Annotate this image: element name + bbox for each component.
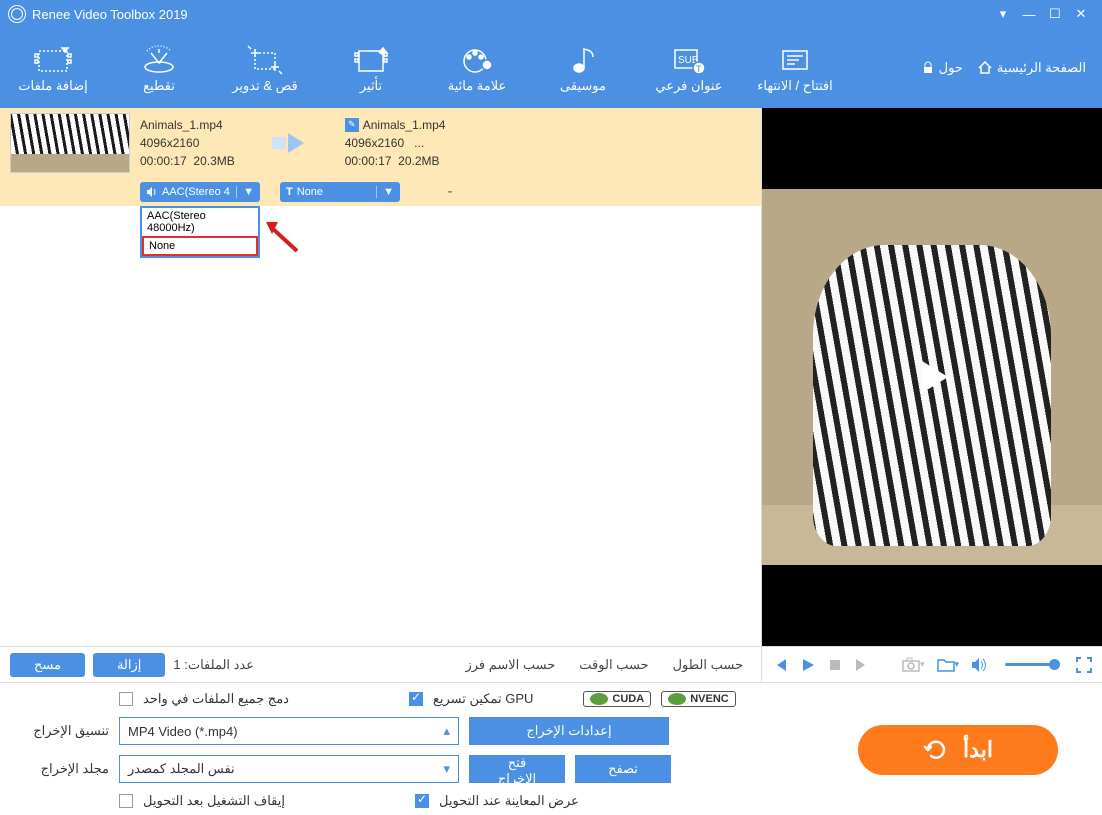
audio-option-none[interactable]: None <box>142 236 258 256</box>
svg-text:T: T <box>696 64 702 74</box>
refresh-icon <box>923 737 949 763</box>
close-icon[interactable]: ✕ <box>1068 1 1094 27</box>
preview-play-button[interactable] <box>907 352 957 402</box>
file-thumbnail <box>10 113 130 173</box>
app-title: Renee Video Toolbox 2019 <box>32 7 188 22</box>
preview-checkbox[interactable] <box>415 794 429 808</box>
arrow-icon <box>245 129 335 157</box>
browse-button[interactable]: تصفح <box>575 755 671 783</box>
media-controls: ▾ ▾ <box>762 646 1102 682</box>
speaker-icon <box>146 186 158 198</box>
home-icon <box>977 60 993 76</box>
file-count-label: عدد الملفات: 1 <box>173 657 254 673</box>
tool-add-files[interactable]: إضافة ملفات <box>0 28 106 108</box>
lock-icon <box>921 61 935 75</box>
main-toolbar: إضافة ملفات تقطيع قص & تدوير تأثير علامة… <box>0 28 1102 108</box>
merge-checkbox[interactable] <box>119 692 133 706</box>
output-folder-label: مجلد الإخراج <box>14 761 109 777</box>
nvenc-badge: NVENC <box>661 691 736 707</box>
edit-icon[interactable]: ✎ <box>345 118 359 132</box>
preview-panel <box>762 108 1102 646</box>
audio-option-aac[interactable]: AAC(Stereo 48000Hz) <box>142 208 258 236</box>
fullscreen-button[interactable] <box>1076 657 1092 673</box>
tool-crop-rotate[interactable]: قص & تدوير <box>212 28 318 108</box>
gpu-label: تمكين تسريع GPU <box>433 691 533 707</box>
output-info: ✎Animals_1.mp4 4096x2160 ... 00:00:17 20… <box>345 116 446 170</box>
maximize-icon[interactable]: ☐ <box>1042 1 1068 27</box>
audio-dropdown-popup: AAC(Stereo 48000Hz) None <box>140 206 260 258</box>
gpu-checkbox[interactable] <box>409 692 423 706</box>
tool-cut[interactable]: تقطيع <box>106 28 212 108</box>
audio-track-dropdown[interactable]: AAC(Stereo 4 ▼ <box>140 182 260 202</box>
clear-button[interactable]: مسح <box>10 653 85 677</box>
play-button[interactable] <box>800 657 816 673</box>
volume-slider[interactable] <box>1005 663 1058 666</box>
shutdown-label: إيقاف التشغيل بعد التحويل <box>143 793 285 809</box>
bottom-panel: دمج جميع الملفات في واحد تمكين تسريع GPU… <box>0 682 1102 815</box>
dropdown-icon[interactable]: ▾ <box>990 1 1016 27</box>
preview-label: عرض المعاينة عند التحويل <box>439 793 579 809</box>
output-settings-button[interactable]: إعدادات الإخراج <box>469 717 669 745</box>
titlebar: Renee Video Toolbox 2019 ▾ — ☐ ✕ <box>0 0 1102 28</box>
stop-button[interactable] <box>828 658 842 672</box>
sort-bar: مسح إزالة عدد الملفات: 1 حسب الاسم فرز ح… <box>0 646 761 682</box>
open-folder-button[interactable]: ▾ <box>937 657 960 673</box>
output-format-label: تنسيق الإخراج <box>14 723 109 739</box>
prev-button[interactable] <box>772 657 788 673</box>
sort-by-length[interactable]: حسب الطول <box>665 657 751 673</box>
open-output-button[interactable]: فتح الإخراج <box>469 755 565 783</box>
next-button[interactable] <box>854 657 870 673</box>
subtitle-track-dropdown[interactable]: T None ▼ <box>280 182 400 202</box>
source-info: Animals_1.mp4 4096x2160 00:00:17 20.3MB <box>140 116 235 170</box>
file-row[interactable]: Animals_1.mp4 4096x2160 00:00:17 20.3MB … <box>0 108 761 178</box>
track-row: AAC(Stereo 4 ▼ T None ▼ - <box>0 178 761 206</box>
tool-intro-outro[interactable]: افتتاح / الانتهاء <box>742 28 848 108</box>
start-button[interactable]: ابدأ <box>858 725 1058 775</box>
tool-music[interactable]: موسيقى <box>530 28 636 108</box>
output-format-select[interactable]: MP4 Video (*.mp4)▴ <box>119 717 459 745</box>
remove-button[interactable]: إزالة <box>93 653 165 677</box>
tool-watermark[interactable]: علامة مائية <box>424 28 530 108</box>
about-link[interactable]: حول <box>921 60 963 76</box>
minimize-icon[interactable]: — <box>1016 1 1042 27</box>
file-list: Animals_1.mp4 4096x2160 00:00:17 20.3MB … <box>0 108 761 646</box>
volume-icon[interactable] <box>971 657 987 673</box>
shutdown-checkbox[interactable] <box>119 794 133 808</box>
output-folder-select[interactable]: نفس المجلد كمصدر▾ <box>119 755 459 783</box>
dash: - <box>420 183 480 201</box>
merge-label: دمج جميع الملفات في واحد <box>143 691 289 707</box>
annotation-arrow-icon <box>262 216 302 256</box>
sort-by-time[interactable]: حسب الوقت <box>571 657 656 673</box>
sort-by-name[interactable]: حسب الاسم فرز <box>457 657 563 673</box>
home-link[interactable]: الصفحة الرئيسية <box>977 60 1086 76</box>
cuda-badge: CUDA <box>583 691 651 707</box>
tool-subtitle[interactable]: SUBT عنوان فرعي <box>636 28 742 108</box>
tool-effect[interactable]: تأثير <box>318 28 424 108</box>
app-logo-icon <box>8 5 26 23</box>
snapshot-button[interactable]: ▾ <box>902 657 925 673</box>
